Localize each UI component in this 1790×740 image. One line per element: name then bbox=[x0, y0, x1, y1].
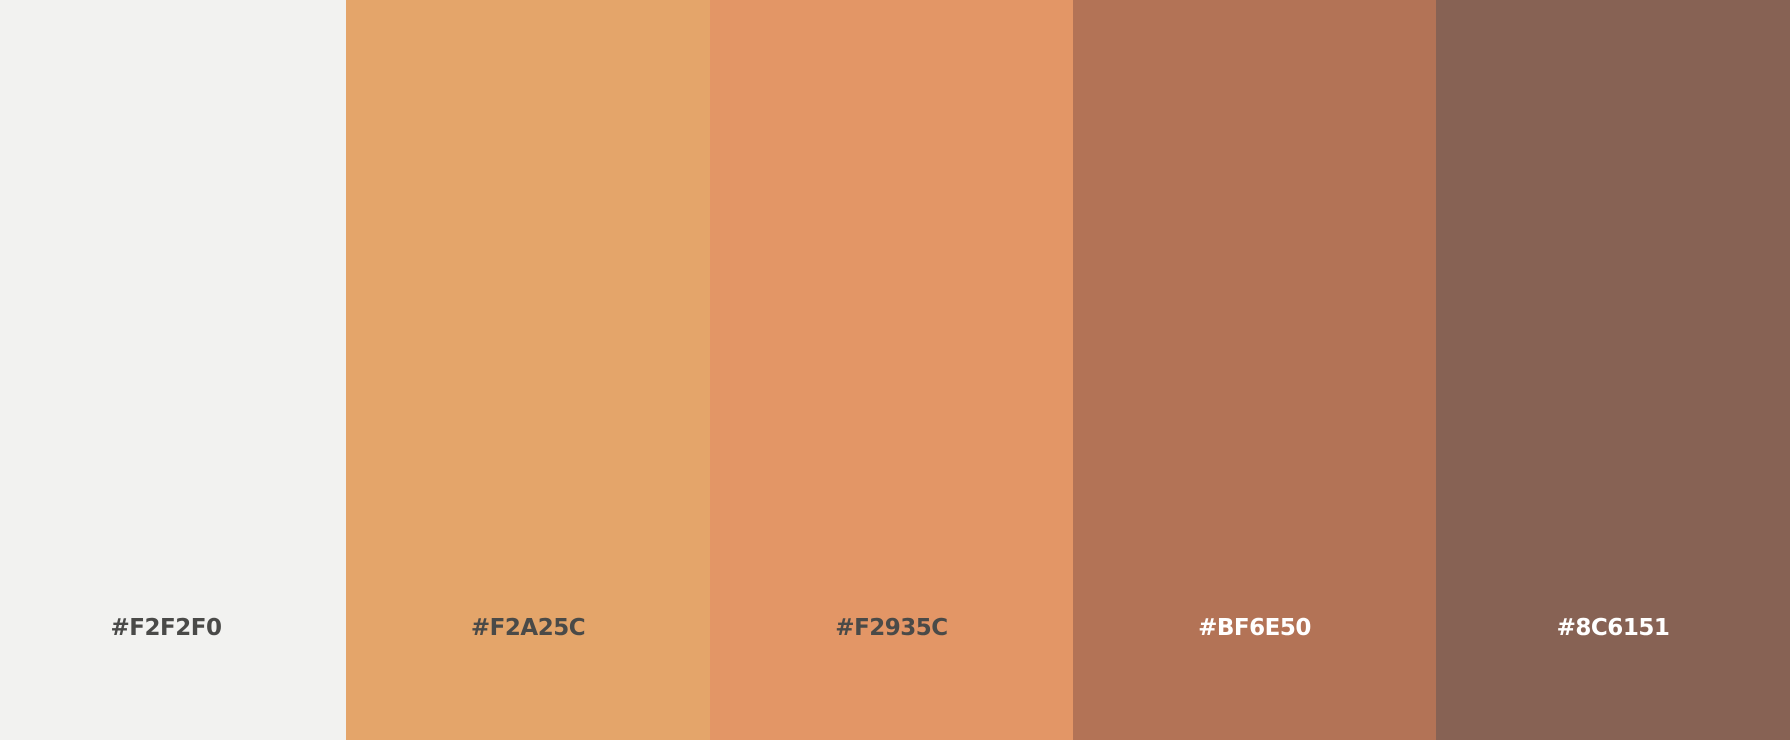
color-swatch-4[interactable]: #BF6E50 bbox=[1073, 0, 1436, 740]
swatch-hex-label: #8C6151 bbox=[1556, 615, 1670, 641]
color-swatch-2[interactable]: #F2A25C bbox=[346, 0, 710, 740]
swatch-hex-label: #F2F2F0 bbox=[110, 615, 222, 641]
color-swatch-3[interactable]: #F2935C bbox=[710, 0, 1073, 740]
swatch-hex-label: #F2A25C bbox=[470, 615, 586, 641]
color-swatch-5[interactable]: #8C6151 bbox=[1436, 0, 1790, 740]
color-palette: #F2F2F0 #F2A25C #F2935C #BF6E50 #8C6151 bbox=[0, 0, 1790, 740]
swatch-hex-label: #BF6E50 bbox=[1198, 615, 1311, 641]
color-swatch-1[interactable]: #F2F2F0 bbox=[0, 0, 346, 740]
swatch-hex-label: #F2935C bbox=[835, 615, 948, 641]
